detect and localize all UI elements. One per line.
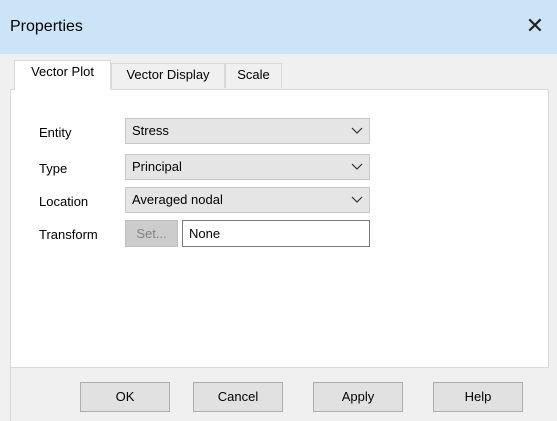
location-select-value: Averaged nodal <box>132 192 223 207</box>
entity-select[interactable]: Stress <box>125 118 370 144</box>
close-icon[interactable]: ✕ <box>522 13 548 39</box>
ok-button[interactable]: OK <box>80 382 170 412</box>
transform-set-button[interactable]: Set... <box>125 220 178 247</box>
help-button[interactable]: Help <box>433 382 523 412</box>
tab-vector-display[interactable]: Vector Display <box>111 63 225 88</box>
apply-button[interactable]: Apply <box>313 382 403 412</box>
type-label: Type <box>39 161 68 176</box>
chevron-down-icon <box>351 196 363 203</box>
chevron-down-icon <box>351 163 363 170</box>
title-bar: Properties ✕ <box>0 0 557 54</box>
type-select-value: Principal <box>132 159 182 174</box>
cancel-button[interactable]: Cancel <box>193 382 283 412</box>
entity-label: Entity <box>39 125 72 140</box>
tab-scale[interactable]: Scale <box>225 63 282 88</box>
type-select[interactable]: Principal <box>125 154 370 180</box>
window-title: Properties <box>10 18 83 35</box>
location-label: Location <box>39 194 89 209</box>
chevron-down-icon <box>351 127 363 134</box>
transform-field[interactable]: None <box>182 220 370 247</box>
location-select[interactable]: Averaged nodal <box>125 187 370 213</box>
tab-vector-plot[interactable]: Vector Plot <box>14 60 111 90</box>
transform-label: Transform <box>39 227 98 242</box>
entity-select-value: Stress <box>132 123 169 138</box>
